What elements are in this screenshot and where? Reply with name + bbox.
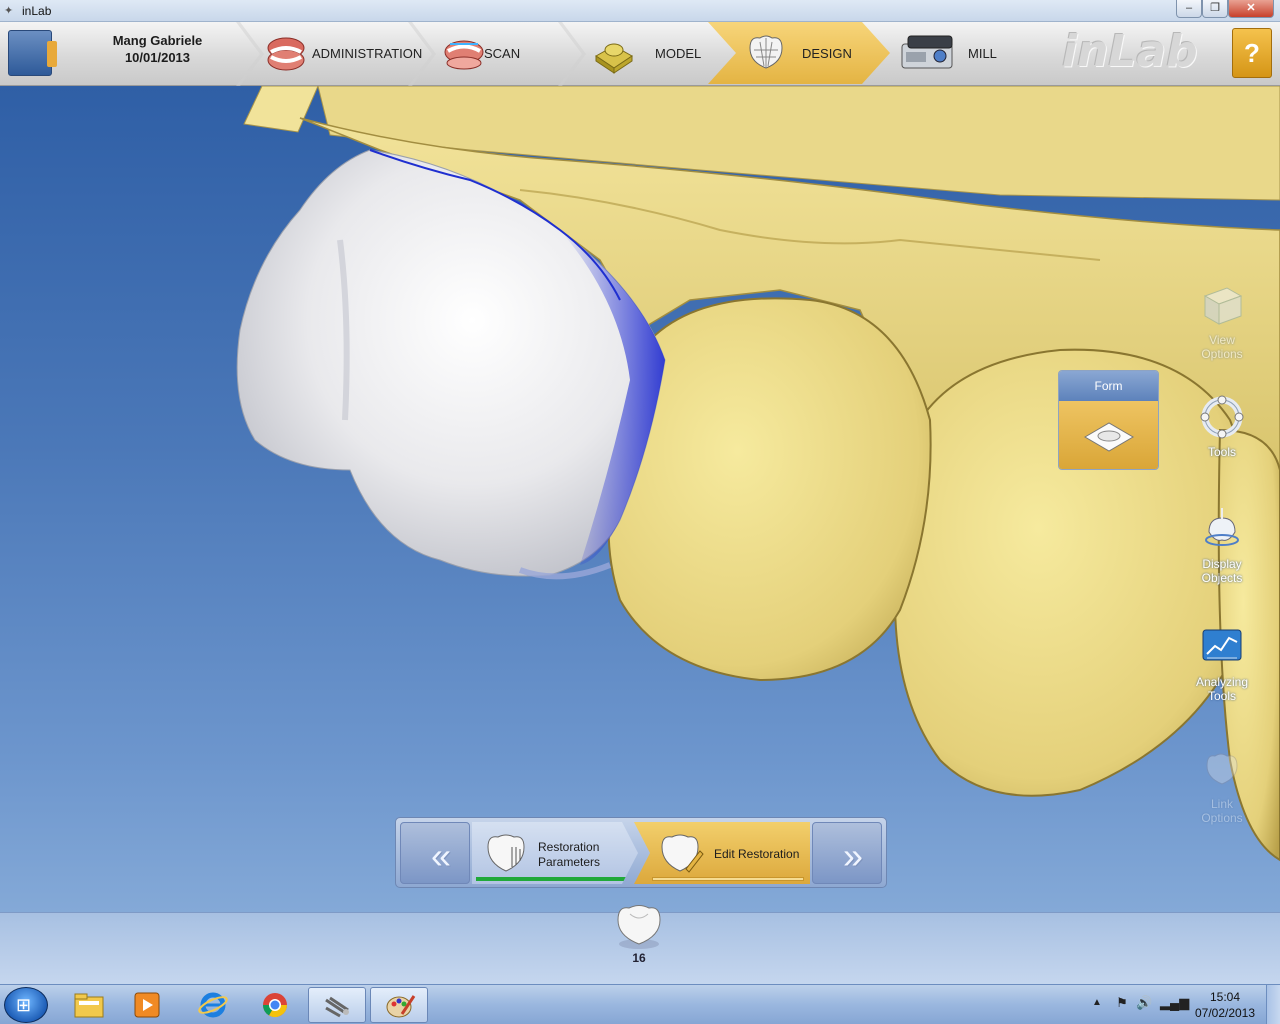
taskbar-folder[interactable] <box>60 987 118 1023</box>
patient-record-icon[interactable] <box>8 30 57 76</box>
restoration-parameters-progress <box>476 877 628 881</box>
phase-mill[interactable]: MILL <box>890 22 1030 86</box>
form-tool-panel[interactable]: Form <box>1058 370 1159 470</box>
design-step-bar: « Restoration Parameters Edit Restoratio… <box>395 817 887 888</box>
next-step-button[interactable]: » <box>812 822 882 884</box>
scan-denture-icon <box>444 40 484 70</box>
tray-expand-icon[interactable]: ▲ <box>1092 997 1102 1008</box>
analyzing-chart-icon <box>1202 629 1242 661</box>
taskbar-inlab[interactable] <box>308 987 366 1023</box>
denture-icon <box>267 37 305 71</box>
link-options-tool: Link Options <box>1187 746 1257 825</box>
form-tool-icon <box>1084 422 1134 452</box>
restoration-parameters-label-2: Parameters <box>538 855 601 869</box>
phase-design[interactable]: DESIGN <box>708 22 890 84</box>
phase-mill-label: MILL <box>968 46 997 61</box>
crown-mesh-icon <box>749 35 783 69</box>
tooth-16-icon[interactable] <box>612 900 666 950</box>
window-title: inLab <box>22 4 52 18</box>
maximize-button[interactable]: ❐ <box>1202 0 1228 18</box>
display-objects-icon <box>1205 508 1239 546</box>
milling-machine-icon <box>901 35 953 69</box>
step-edit-restoration[interactable]: Edit Restoration <box>634 822 810 884</box>
view-options-label-1: View <box>1209 333 1235 347</box>
previous-step-button[interactable]: « <box>400 822 470 884</box>
taskbar-media-player[interactable] <box>118 987 176 1023</box>
windows-taskbar: ⊞ ▲ ⚑ 🔊 ▂▄▆ 15:04 07/02/2013 <box>0 984 1280 1024</box>
close-button[interactable]: ✕ <box>1228 0 1274 18</box>
inlab-app-icon <box>325 996 349 1018</box>
patient-date: 10/01/2013 <box>124 50 191 65</box>
show-desktop-button[interactable] <box>1266 985 1280 1024</box>
view-options-label-2: Options <box>1201 347 1243 361</box>
model-base-left-edge <box>243 86 319 133</box>
windows-logo-icon: ⊞ <box>16 995 32 1015</box>
chrome-icon <box>263 993 287 1018</box>
inlab-logo: inLab <box>1062 26 1198 77</box>
paint-icon <box>386 995 416 1018</box>
link-tooth-icon <box>1206 753 1238 785</box>
display-objects-tool[interactable]: Display Objects <box>1187 506 1257 585</box>
analyzing-tools-label-2: Tools <box>1207 689 1236 703</box>
taskbar-internet-explorer[interactable] <box>184 987 242 1023</box>
link-options-label-2: Options <box>1201 811 1243 825</box>
action-center-flag-icon[interactable]: ⚑ <box>1114 995 1130 1011</box>
model-block-icon <box>595 43 633 74</box>
phase-scan-label: SCAN <box>484 46 521 61</box>
app-icon: ✦ <box>4 5 14 17</box>
display-objects-label-1: Display <box>1202 557 1242 571</box>
tools-ring-icon <box>1200 395 1244 439</box>
next-step-arrow: » <box>842 835 863 876</box>
phase-scan[interactable]: SCAN <box>432 22 572 86</box>
form-tool-title: Form <box>1059 371 1158 401</box>
3d-viewport[interactable]: Form View Options Tools Display Objects … <box>0 86 1280 984</box>
phase-administration-label: ADMINISTRATION <box>312 46 423 61</box>
display-objects-label-2: Objects <box>1201 571 1243 585</box>
tooth-edit-icon <box>661 834 704 873</box>
start-button[interactable]: ⊞ <box>4 987 48 1023</box>
clock-time[interactable]: 15:04 <box>1190 990 1260 1004</box>
step-restoration-parameters[interactable]: Restoration Parameters <box>472 822 638 884</box>
edit-restoration-progress <box>652 877 804 881</box>
taskbar-paint[interactable] <box>370 987 428 1023</box>
previous-step-arrow: « <box>430 835 451 876</box>
patient-name: Mang Gabriele <box>112 33 203 48</box>
tooth-number: 16 <box>632 951 646 965</box>
cube-icon <box>1203 287 1243 325</box>
phase-model[interactable]: MODEL <box>580 22 715 86</box>
analyzing-tools-label-1: Analyzing <box>1195 675 1249 689</box>
tools-tool[interactable]: Tools <box>1187 394 1257 459</box>
tools-label: Tools <box>1207 445 1236 459</box>
internet-explorer-icon <box>198 992 228 1018</box>
analyzing-tools-tool[interactable]: Analyzing Tools <box>1187 624 1257 703</box>
media-player-icon <box>134 992 160 1018</box>
tooth-parameters-icon <box>487 834 525 872</box>
volume-icon[interactable]: 🔊 <box>1136 995 1152 1011</box>
view-options-tool[interactable]: View Options <box>1187 282 1257 361</box>
window-titlebar: ✦ inLab ‒ ❐ ✕ <box>0 0 1280 22</box>
link-options-label-1: Link <box>1210 797 1233 811</box>
minimize-button[interactable]: ‒ <box>1176 0 1202 18</box>
help-button[interactable]: ? <box>1232 28 1272 78</box>
phase-model-label: MODEL <box>655 46 702 61</box>
restoration-parameters-label-1: Restoration <box>538 840 600 854</box>
network-icon[interactable]: ▂▄▆ <box>1160 995 1189 1011</box>
edit-restoration-label: Edit Restoration <box>714 847 800 861</box>
phase-header: Mang Gabriele 10/01/2013 ADMINISTRATION … <box>0 22 1280 86</box>
folder-icon <box>74 993 104 1018</box>
phase-design-label: DESIGN <box>802 46 852 61</box>
taskbar-chrome[interactable] <box>246 987 304 1023</box>
clock-date[interactable]: 07/02/2013 <box>1190 1006 1260 1020</box>
phase-administration[interactable]: ADMINISTRATION <box>258 22 422 86</box>
